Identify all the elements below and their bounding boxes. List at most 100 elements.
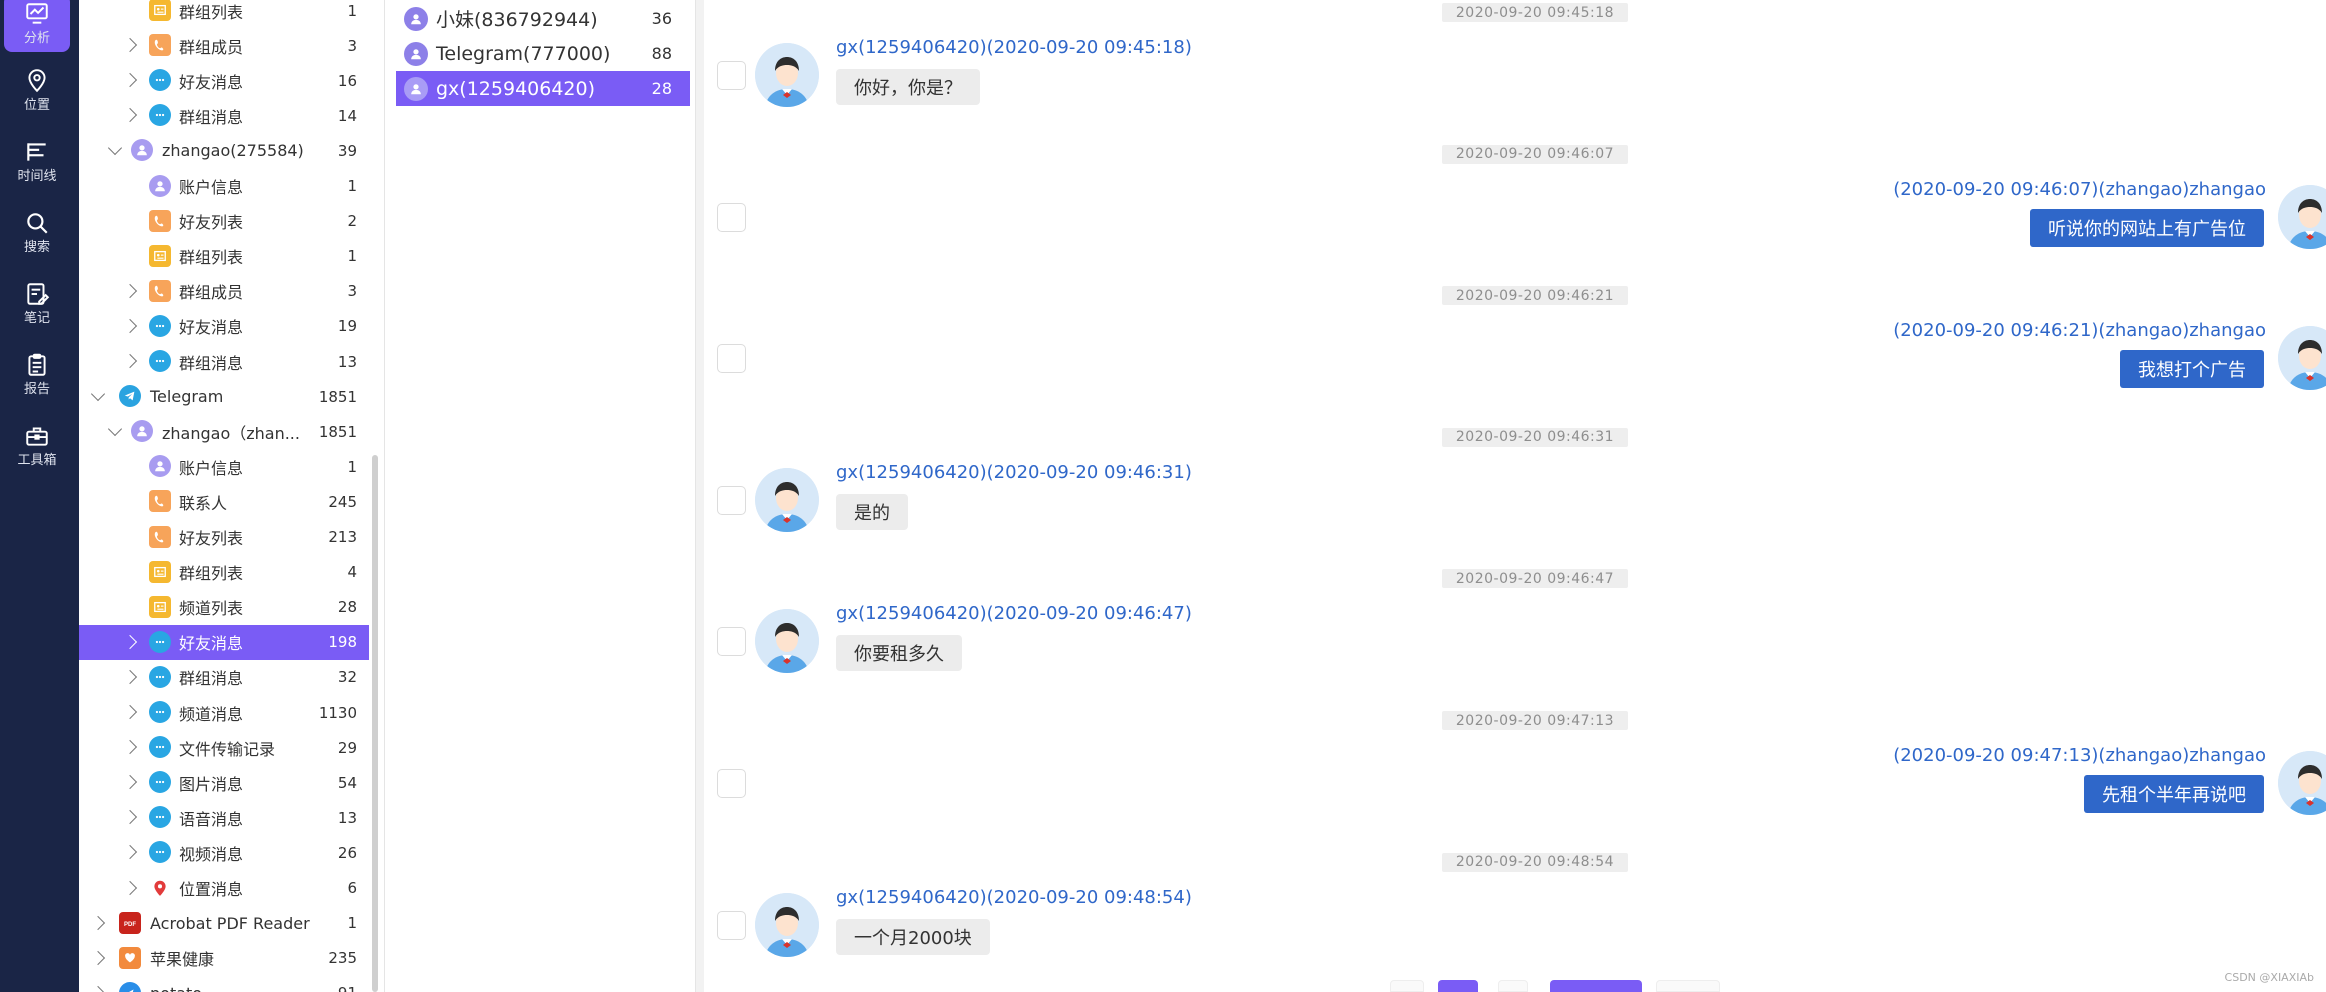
tree-scrollbar[interactable] <box>372 455 378 992</box>
analysis-icon <box>24 1 50 27</box>
pager-size-select[interactable] <box>1656 980 1720 992</box>
chevron-right-icon[interactable] <box>90 985 106 992</box>
message-checkbox[interactable] <box>717 344 746 374</box>
tree-node[interactable]: 语音消息 13 <box>79 800 369 835</box>
chevron-down-icon[interactable] <box>107 422 123 437</box>
tree-node[interactable]: 位置消息 6 <box>79 871 369 906</box>
nav-item-5[interactable]: 报告 <box>4 345 70 403</box>
chevron-right-icon[interactable] <box>90 915 106 930</box>
chevron-right-icon[interactable] <box>122 38 138 53</box>
tree-node[interactable]: 频道列表 28 <box>79 590 369 625</box>
tree-node[interactable]: 苹果健康 235 <box>79 941 369 976</box>
chevron-right-icon[interactable] <box>122 880 138 895</box>
tree-node[interactable]: 群组消息 32 <box>79 660 369 695</box>
avatar <box>2278 184 2326 249</box>
message-checkbox[interactable] <box>717 910 746 940</box>
message-bubble[interactable]: 我想打个广告 <box>2120 350 2264 389</box>
chevron-right-icon[interactable] <box>122 318 138 333</box>
message-bubble[interactable]: 一个月2000块 <box>836 918 990 955</box>
watermark: CSDN @XIAXIAb <box>2224 971 2314 984</box>
chevron-right-icon[interactable] <box>122 775 138 790</box>
nav-item-1[interactable]: 位置 <box>4 61 70 119</box>
tree-node-label: 群组列表 <box>179 248 244 268</box>
tree-node-count: 1 <box>347 457 357 476</box>
contact-count: 36 <box>651 9 672 28</box>
tree-node[interactable]: 群组成员 3 <box>79 274 369 309</box>
chevron-right-icon[interactable] <box>122 634 138 649</box>
pager-page-active[interactable] <box>1438 980 1478 992</box>
message-bubble[interactable]: 先租个半年再说吧 <box>2084 775 2264 813</box>
message-bubble[interactable]: 你要租多久 <box>836 635 962 672</box>
chevron-right-icon[interactable] <box>122 845 138 860</box>
nav-item-0[interactable]: 分析 <box>4 0 70 52</box>
chevron-right-icon[interactable] <box>122 353 138 369</box>
tree-node[interactable]: 群组消息 13 <box>79 344 369 379</box>
tree-node-count: 1851 <box>318 387 357 406</box>
tree-node[interactable]: 账户信息 1 <box>79 449 369 484</box>
contact-item[interactable]: Telegram(777000) 88 <box>396 36 690 71</box>
report-icon <box>24 352 50 378</box>
tree-node[interactable]: 频道消息 1130 <box>79 695 369 730</box>
chevron-down-icon[interactable] <box>107 141 123 156</box>
tree-node-count: 28 <box>337 598 357 617</box>
message-checkbox[interactable] <box>717 61 746 90</box>
chat-bubble-icon <box>149 806 171 829</box>
message-bubble[interactable]: 听说你的网站上有广告位 <box>2030 208 2264 247</box>
tree-node[interactable]: 账户信息 1 <box>79 169 369 204</box>
tree-node[interactable]: 群组消息 14 <box>79 98 369 133</box>
tree-node[interactable]: zhangao(275584) 39 <box>79 133 369 168</box>
tree-node[interactable]: 好友列表 213 <box>79 520 369 555</box>
tree-node[interactable]: 群组列表 4 <box>79 555 369 590</box>
chevron-right-icon[interactable] <box>122 740 138 755</box>
pager-prev-button[interactable] <box>1390 980 1424 992</box>
tree-node[interactable]: 视频消息 26 <box>79 835 369 870</box>
tree-node[interactable]: Telegram 1851 <box>79 379 369 414</box>
tree-node[interactable]: zhangao（zhan... 1851 <box>79 414 369 449</box>
tree-node[interactable]: 好友列表 2 <box>79 204 369 239</box>
chevron-right-icon[interactable] <box>122 704 138 720</box>
contact-item[interactable]: 小妹(836792944) 36 <box>396 1 690 36</box>
chevron-down-icon[interactable] <box>90 387 106 402</box>
tree-node[interactable]: potato 91 <box>79 976 369 992</box>
chevron-right-icon[interactable] <box>122 669 138 684</box>
contact-item[interactable]: gx(1259406420) 28 <box>396 71 690 106</box>
panel-divider[interactable] <box>696 0 704 992</box>
chevron-right-icon[interactable] <box>90 950 106 965</box>
message-timestamp: 2020-09-20 09:48:54 <box>1442 852 1628 872</box>
pager-jump-button[interactable] <box>1550 980 1642 992</box>
tree-node[interactable]: PDF Acrobat PDF Reader 1 <box>79 906 369 941</box>
tree-node[interactable]: 群组列表 1 <box>79 239 369 274</box>
contact-book-icon <box>149 279 171 302</box>
chat-bubble-icon <box>149 69 171 92</box>
nav-item-6[interactable]: 工具箱 <box>4 416 70 474</box>
message-checkbox[interactable] <box>717 769 746 798</box>
tree-node[interactable]: 好友消息 19 <box>79 309 369 344</box>
tree-node-label: Acrobat PDF Reader <box>150 913 310 933</box>
message-checkbox[interactable] <box>717 627 746 657</box>
tree-node[interactable]: 群组成员 3 <box>79 28 369 63</box>
tree-node[interactable]: 图片消息 54 <box>79 765 369 800</box>
message-bubble[interactable]: 是的 <box>836 493 908 530</box>
tree-node[interactable]: 好友消息 16 <box>79 63 369 98</box>
nav-item-4[interactable]: 笔记 <box>4 274 70 332</box>
tree-node[interactable]: 文件传输记录 29 <box>79 730 369 765</box>
chevron-right-icon[interactable] <box>122 810 138 825</box>
chevron-right-icon[interactable] <box>122 108 138 123</box>
pager-next-button[interactable] <box>1498 980 1528 992</box>
health-app-icon <box>119 946 141 969</box>
nav-item-2[interactable]: 时间线 <box>4 132 70 190</box>
avatar <box>2278 326 2326 391</box>
chevron-right-icon[interactable] <box>122 73 138 88</box>
group-list-icon <box>149 560 171 583</box>
tree-node[interactable]: 群组列表 1 <box>79 0 369 28</box>
message-sender: gx(1259406420)(2020-09-20 09:45:18) <box>836 37 1192 58</box>
message-checkbox[interactable] <box>717 202 746 232</box>
message-bubble[interactable]: 你好，你是？ <box>836 69 980 105</box>
message-checkbox[interactable] <box>717 485 746 515</box>
chevron-right-icon[interactable] <box>122 283 138 298</box>
tree-node-label: 好友列表 <box>179 213 244 233</box>
nav-item-3[interactable]: 搜索 <box>4 203 70 261</box>
tree-node-count: 6 <box>347 879 357 897</box>
tree-node[interactable]: 联系人 245 <box>79 484 369 519</box>
tree-node[interactable]: 好友消息 198 <box>79 624 369 660</box>
